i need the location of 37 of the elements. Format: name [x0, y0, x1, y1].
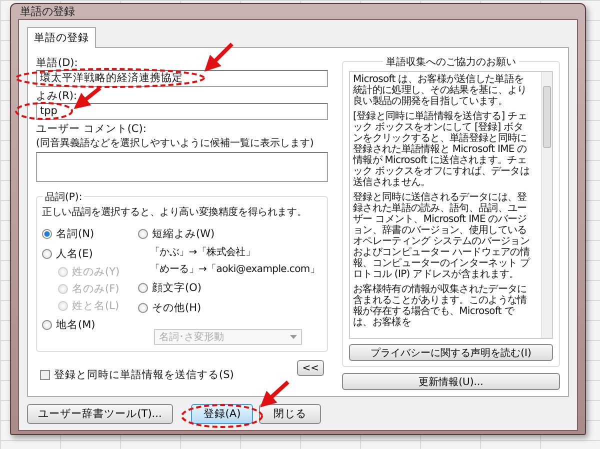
example-text: 「かぶ」→「株式会社」 — [149, 246, 256, 259]
comment-input-field[interactable] — [36, 152, 328, 182]
annotation-arrow — [204, 42, 234, 72]
scrollbar-thumb[interactable] — [543, 86, 551, 148]
scrollbar[interactable] — [541, 72, 552, 338]
group-title: 品詞(P): — [43, 190, 84, 204]
radio-option[interactable]: その他(H) — [138, 299, 320, 316]
update-info-button[interactable]: 更新情報(U)... — [342, 373, 560, 390]
field-label: よみ(R): — [36, 89, 78, 103]
dialog-button[interactable]: 閉じる — [259, 404, 321, 424]
radio-option[interactable]: 名詞(N) — [42, 225, 132, 242]
group-title: 単語収集へのご協力のお願い — [383, 55, 519, 69]
privacy-button[interactable]: プライバシーに関する声明を読む(I) — [349, 344, 553, 361]
radio-option[interactable]: 短縮よみ(W) — [138, 225, 320, 242]
annotation-ellipse — [15, 102, 73, 120]
paragraph: [登録と同時に単語情報を送信する] チェック ボックスをオンにして [登録] ボタンをクリックすると、単語登録と同時に登録された単語情報と Microsoft IME の情報が Microsoft に送信されます。チェック ボックスをオフにすれば、データは送信されません。 — [353, 111, 531, 188]
collapse-button[interactable]: << — [297, 360, 324, 376]
tab[interactable]: 単語の登録 — [27, 27, 96, 48]
annotation-arrow — [260, 380, 290, 408]
word-input-field[interactable]: 環太平洋戦略的経済連携協定 — [36, 70, 328, 87]
reading-input-field[interactable]: tpp — [36, 103, 328, 120]
caret-icon — [290, 335, 297, 339]
field-hint: (同音異義語などを選択しやすいように候補一覧に表示します) — [36, 136, 314, 150]
description-text: 正しい品詞を選択すると、より高い変換精度を得られます。 — [42, 206, 307, 219]
field-label: ユーザー コメント(C): — [36, 122, 146, 136]
paragraph: 登録と同時に送信されるデータには、登録された単語の読み、語句、品詞、ユーザー コメント、Microsoft IME のバージョン、辞書のバージョン、使用しているオペレーティング システムのバージョンおよびコンピューター ハードウェアの情報、コンピューターのインターネット プロトコル (IP) アドレスが含まれます。 — [353, 192, 532, 280]
window-title: 単語の登録 — [19, 4, 75, 19]
radio-option[interactable]: 人名(E) — [42, 245, 132, 262]
send-checkbox[interactable]: 登録と同時に単語情報を送信する(S) — [40, 368, 234, 382]
paragraph: Microsoft は、お客様が送信した単語を統計的に処理し、その結果を基に、より良い製品の開発を目指しています。 — [353, 74, 528, 107]
dialog-button[interactable]: 登録(A) — [191, 404, 253, 424]
example-text: 「めーる」→「aoki@example.com」 — [149, 262, 320, 276]
paragraph: お客様特有の情報が収集されたデータに含まれることがあります。このような情報が存在する場合でも、Microsoft では、お客様を — [353, 284, 528, 328]
radio-option[interactable]: 地名(M) — [42, 316, 132, 333]
dialog-button[interactable]: ユーザー辞書ツール(T)... — [27, 404, 173, 424]
radio-option[interactable]: 顔文字(O) — [138, 279, 320, 296]
field-label: 単語(D): — [36, 56, 78, 70]
